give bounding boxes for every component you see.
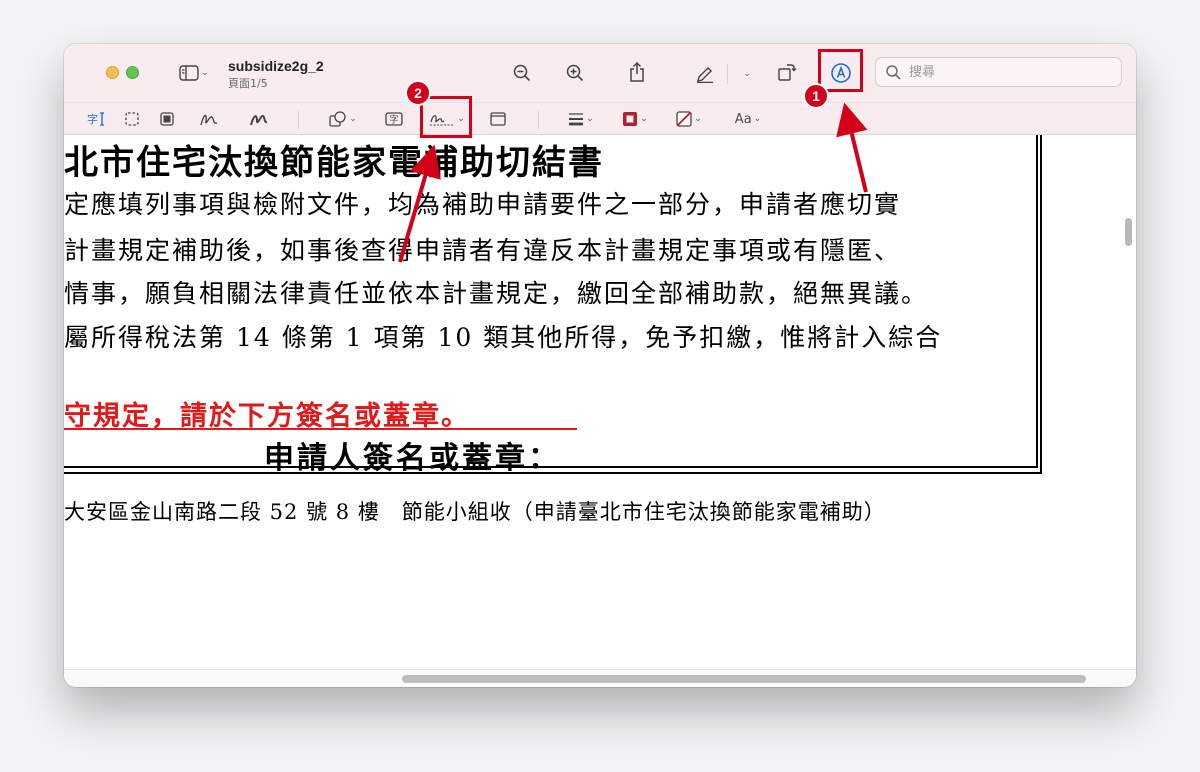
chevron-down-icon: ⌄ [694, 114, 702, 124]
sidebar-toggle-button[interactable]: ⌄ [174, 62, 214, 84]
text-style-button[interactable]: Aa ⌄ [730, 109, 766, 129]
draw-tool[interactable] [247, 109, 271, 129]
text-style-label: Aa [734, 111, 752, 127]
document-view[interactable]: 北市住宅汰換節能家電補助切結書 定應填列事項與檢附文件，均為補助申請要件之一部分… [64, 135, 1136, 669]
title-toolbar-row: ⌄ subsidize2g_2 頁面1/5 ⌄ [64, 44, 1136, 316]
sketch-tool[interactable] [197, 109, 221, 129]
search-input[interactable] [907, 63, 1111, 81]
search-field[interactable] [875, 57, 1122, 87]
zoom-out-icon [513, 64, 531, 82]
signer-label: 申請人簽名或蓋章： [264, 441, 561, 476]
zoom-window-button[interactable] [126, 66, 139, 79]
markup-toolbar: 字 ⌄ 字 ⌄ ⌄ ⌄ ⌄ Aa ⌄ [64, 102, 1136, 135]
text-selection-tool[interactable]: 字 [86, 109, 108, 129]
fill-color-icon [676, 111, 692, 127]
page-note-button[interactable] [486, 109, 510, 129]
callout-box-signature [420, 96, 472, 138]
draw-icon [250, 115, 268, 126]
chevron-down-icon: ⌄ [349, 114, 357, 124]
highlight-button[interactable] [692, 61, 718, 85]
highlighter-icon [697, 67, 713, 83]
border-color-icon [623, 112, 638, 126]
shapes-button[interactable]: ⌄ [326, 109, 360, 129]
paragraph-line: 計畫規定補助後，如事後查得申請者有違反本計畫規定事項或有隱匿、 [64, 236, 902, 265]
paragraph-line: 定應填列事項與檢附文件，均為補助申請要件之一部分，申請者應切實 [64, 190, 902, 219]
preview-window: ⌄ subsidize2g_2 頁面1/5 ⌄ 搜尋 字 ⌄ 字 ⌄ ⌄ ⌄ ⌄… [64, 44, 1136, 687]
horizontal-scroll-thumb[interactable] [402, 675, 1086, 683]
toolbar-divider [298, 111, 299, 129]
mailing-address: 大安區金山南路二段 52 號 8 樓 節能小組收（申請臺北市住宅汰換節能家電補助… [64, 500, 886, 524]
share-icon [630, 61, 644, 82]
toolbar: ⌄ subsidize2g_2 頁面1/5 ⌄ 搜尋 字 ⌄ 字 ⌄ ⌄ ⌄ ⌄… [64, 44, 1136, 316]
text-box-icon: 字 [385, 112, 403, 126]
chevron-down-icon: ⌄ [640, 114, 648, 124]
chevron-down-icon: ⌄ [743, 69, 751, 79]
dashed-rectangle-icon [125, 112, 139, 126]
svg-text:字: 字 [390, 114, 399, 126]
shape-style-button[interactable]: ⌄ [564, 109, 598, 129]
text-box-tool[interactable]: 字 [382, 109, 406, 129]
rotate-button[interactable] [774, 60, 800, 84]
border-color-button[interactable]: ⌄ [617, 109, 653, 129]
svg-text:字: 字 [87, 112, 98, 126]
chevron-down-icon: ⌄ [201, 68, 209, 78]
toolbar-divider [727, 64, 728, 84]
toolbar-divider [538, 111, 539, 129]
chevron-down-icon: ⌄ [586, 114, 594, 124]
rectangular-selection-tool[interactable] [121, 109, 143, 129]
line-style-icon [569, 113, 584, 126]
minimize-button[interactable] [106, 66, 119, 79]
zoom-out-button[interactable] [509, 62, 535, 84]
fill-color-button[interactable]: ⌄ [671, 109, 707, 129]
highlight-options-button[interactable]: ⌄ [737, 63, 755, 85]
rotate-icon [778, 64, 797, 81]
search-icon [886, 64, 901, 80]
callout-badge-1: 1 [803, 83, 829, 109]
red-notice-underline [64, 428, 577, 430]
document-title: subsidize2g_2 [228, 58, 324, 74]
document-heading: 北市住宅汰換節能家電補助切結書 [64, 143, 604, 183]
sidebar-icon [179, 65, 199, 81]
zoom-in-button[interactable] [562, 62, 588, 84]
vertical-scroll-thumb[interactable] [1125, 218, 1132, 246]
redact-tool[interactable] [156, 109, 178, 129]
paragraph-line: 屬所得稅法第 14 條第 1 項第 10 類其他所得，免予扣繳，惟將計入綜合 [64, 323, 943, 352]
zoom-in-icon [566, 64, 584, 82]
paragraph-line: 情事，願負相關法律責任並依本計畫規定，繳回全部補助款，絕無異議。 [64, 279, 929, 308]
callout-badge-2: 2 [405, 80, 431, 106]
page-indicator: 頁面1/5 [228, 77, 268, 90]
note-icon [490, 112, 506, 126]
text-cursor-icon: 字 [87, 112, 104, 126]
chevron-down-icon: ⌄ [753, 114, 762, 124]
shapes-icon [329, 111, 346, 127]
redact-icon [160, 112, 174, 126]
sketch-icon [200, 114, 218, 126]
share-button[interactable] [624, 59, 650, 85]
